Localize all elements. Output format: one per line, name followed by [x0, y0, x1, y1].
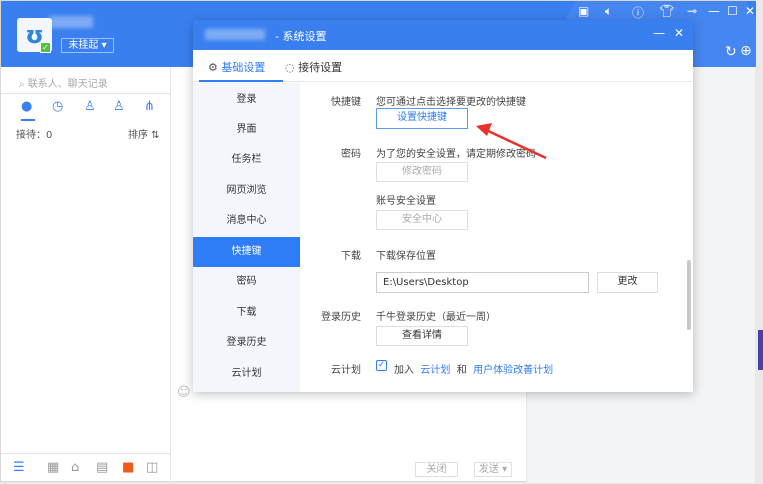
tab-label: 接待设置 [298, 61, 343, 74]
wait-count: 接待：0 [16, 130, 53, 141]
help-icon[interactable]: ⓘ [632, 4, 644, 21]
active-tab-indicator [199, 80, 283, 82]
user-name-blurred [49, 16, 93, 28]
app-icon[interactable]: ■ [122, 460, 134, 475]
layout-icon[interactable]: ◫ [146, 460, 158, 475]
notes-icon[interactable]: ▤ [96, 460, 108, 475]
red-arrow-annotation [476, 123, 547, 160]
contact-tab-icon[interactable]: ♙ [84, 99, 96, 114]
ux-plan-link[interactable]: 用户体验改善计划 [473, 365, 553, 376]
nav-password[interactable]: 密码 [193, 267, 300, 297]
settings-dialog: - 系统设置 — ✕ ⚙ 基础设置 ◌ 接待设置 登录 界面 任务栏 网页浏览 … [193, 20, 693, 392]
security-center-button[interactable]: 安全中心 [376, 210, 468, 230]
clock-icon: ◌ [285, 61, 295, 74]
send-button[interactable]: 发送 ▾ [474, 462, 512, 477]
nav-browsing[interactable]: 网页浏览 [193, 176, 300, 206]
shop-icon[interactable]: ⌂ [71, 460, 79, 475]
dialog-title: - 系统设置 [275, 30, 327, 43]
shortcut-label: 快捷键 [331, 97, 361, 108]
online-check-icon: ✓ [40, 42, 51, 53]
nav-login[interactable]: 登录 [193, 85, 300, 115]
close-chat-button[interactable]: 关闭 [415, 462, 458, 477]
dialog-titlebar: - 系统设置 — ✕ [193, 20, 693, 50]
nav-interface[interactable]: 界面 [193, 115, 300, 145]
chat-input-area[interactable]: ☺ [171, 381, 526, 483]
emoji-icon[interactable]: ☺ [177, 385, 191, 400]
maximize-icon[interactable]: ☐ [727, 4, 738, 18]
cloud-checkbox[interactable]: ✓ [376, 360, 387, 371]
change-password-button[interactable]: 修改密码 [376, 162, 468, 182]
refresh-icon[interactable]: ↻ [725, 44, 737, 60]
background-window-edge [758, 330, 763, 370]
arrow-shaft [483, 127, 547, 160]
org-tab-icon[interactable]: ⋔ [144, 99, 155, 114]
join-text: 加入 [394, 365, 414, 376]
download-desc: 下载保存位置 [376, 251, 436, 262]
sort-button[interactable]: 排序 ⇅ [128, 126, 160, 141]
gear-icon: ⚙ [208, 61, 218, 74]
nav-taskbar[interactable]: 任务栏 [193, 145, 300, 175]
change-path-button[interactable]: 更改 [597, 272, 658, 293]
sound-icon[interactable]: 🔈︎ [605, 4, 612, 19]
dialog-minimize-icon[interactable]: — [653, 26, 665, 40]
search-input[interactable]: ⌕ 联系人、聊天记录 [19, 75, 108, 90]
search-box[interactable]: ⌕ 联系人、聊天记录 [1, 67, 171, 94]
history-desc: 千牛登录历史（最近一周） [376, 312, 496, 323]
tab-indicator [21, 119, 35, 121]
close-icon[interactable]: ✕ [745, 4, 755, 18]
arrow-head [476, 123, 492, 136]
bottom-toolbar: ☰ ▦ ⌂ ▤ ■ ◫ [1, 453, 171, 483]
pin-icon[interactable]: ⊸ [687, 4, 697, 18]
calculator-icon[interactable]: ▦ [47, 460, 59, 475]
cloud-plan-link[interactable]: 云计划 [420, 365, 450, 376]
status-dropdown[interactable]: 未挂起 ▾ [61, 38, 114, 53]
left-panel: ⌕ 联系人、聊天记录 ● ◷ ♙ ♙ ⋔ 接待：0 排序 ⇅ [1, 67, 171, 483]
message-icon[interactable]: ▣ [578, 4, 589, 18]
scrollbar[interactable] [687, 260, 691, 330]
tab-label: 基础设置 [221, 61, 266, 74]
account-name-blurred [205, 29, 265, 40]
skin-icon[interactable]: 👕︎ [659, 4, 674, 18]
history-label: 登录历史 [321, 312, 361, 323]
minimize-icon[interactable]: — [708, 4, 720, 18]
status-label: 未挂起 [68, 40, 99, 51]
nav-shortcuts[interactable]: 快捷键 [193, 237, 300, 267]
nav-download[interactable]: 下载 [193, 298, 300, 328]
add-icon[interactable]: ⊕ [740, 43, 752, 59]
cloud-label: 云计划 [331, 365, 361, 376]
dialog-close-icon[interactable]: ✕ [674, 26, 684, 40]
password-label: 密码 [341, 149, 361, 160]
recent-tab-icon[interactable]: ◷ [52, 99, 63, 114]
tab-reception-settings[interactable]: ◌ 接待设置 [285, 59, 342, 75]
download-label: 下载 [341, 251, 361, 262]
settings-nav: 登录 界面 任务栏 网页浏览 消息中心 快捷键 密码 下载 登录历史 云计划 [193, 83, 300, 392]
nav-login-history[interactable]: 登录历史 [193, 328, 300, 358]
set-shortcut-button[interactable]: 设置快捷键 [376, 108, 468, 129]
dialog-tabs: ⚙ 基础设置 ◌ 接待设置 [193, 50, 693, 82]
menu-icon[interactable]: ☰ [13, 460, 25, 475]
security-desc: 账号安全设置 [376, 196, 436, 207]
view-details-button[interactable]: 查看详情 [376, 326, 468, 346]
nav-cloud-plan[interactable]: 云计划 [193, 359, 300, 389]
chat-tab-icon[interactable]: ● [21, 99, 32, 114]
group-tab-icon[interactable]: ♙ [113, 99, 125, 114]
shortcut-desc: 您可通过点击选择要更改的快捷键 [376, 97, 526, 108]
and-text: 和 [456, 365, 467, 376]
tab-basic-settings[interactable]: ⚙ 基础设置 [208, 59, 265, 75]
nav-messages[interactable]: 消息中心 [193, 206, 300, 236]
search-placeholder: 联系人、聊天记录 [27, 79, 108, 90]
download-path-input[interactable]: E:\Users\Desktop [376, 272, 589, 293]
cloud-text: 加入 云计划 和 用户体验改善计划 [394, 361, 553, 376]
